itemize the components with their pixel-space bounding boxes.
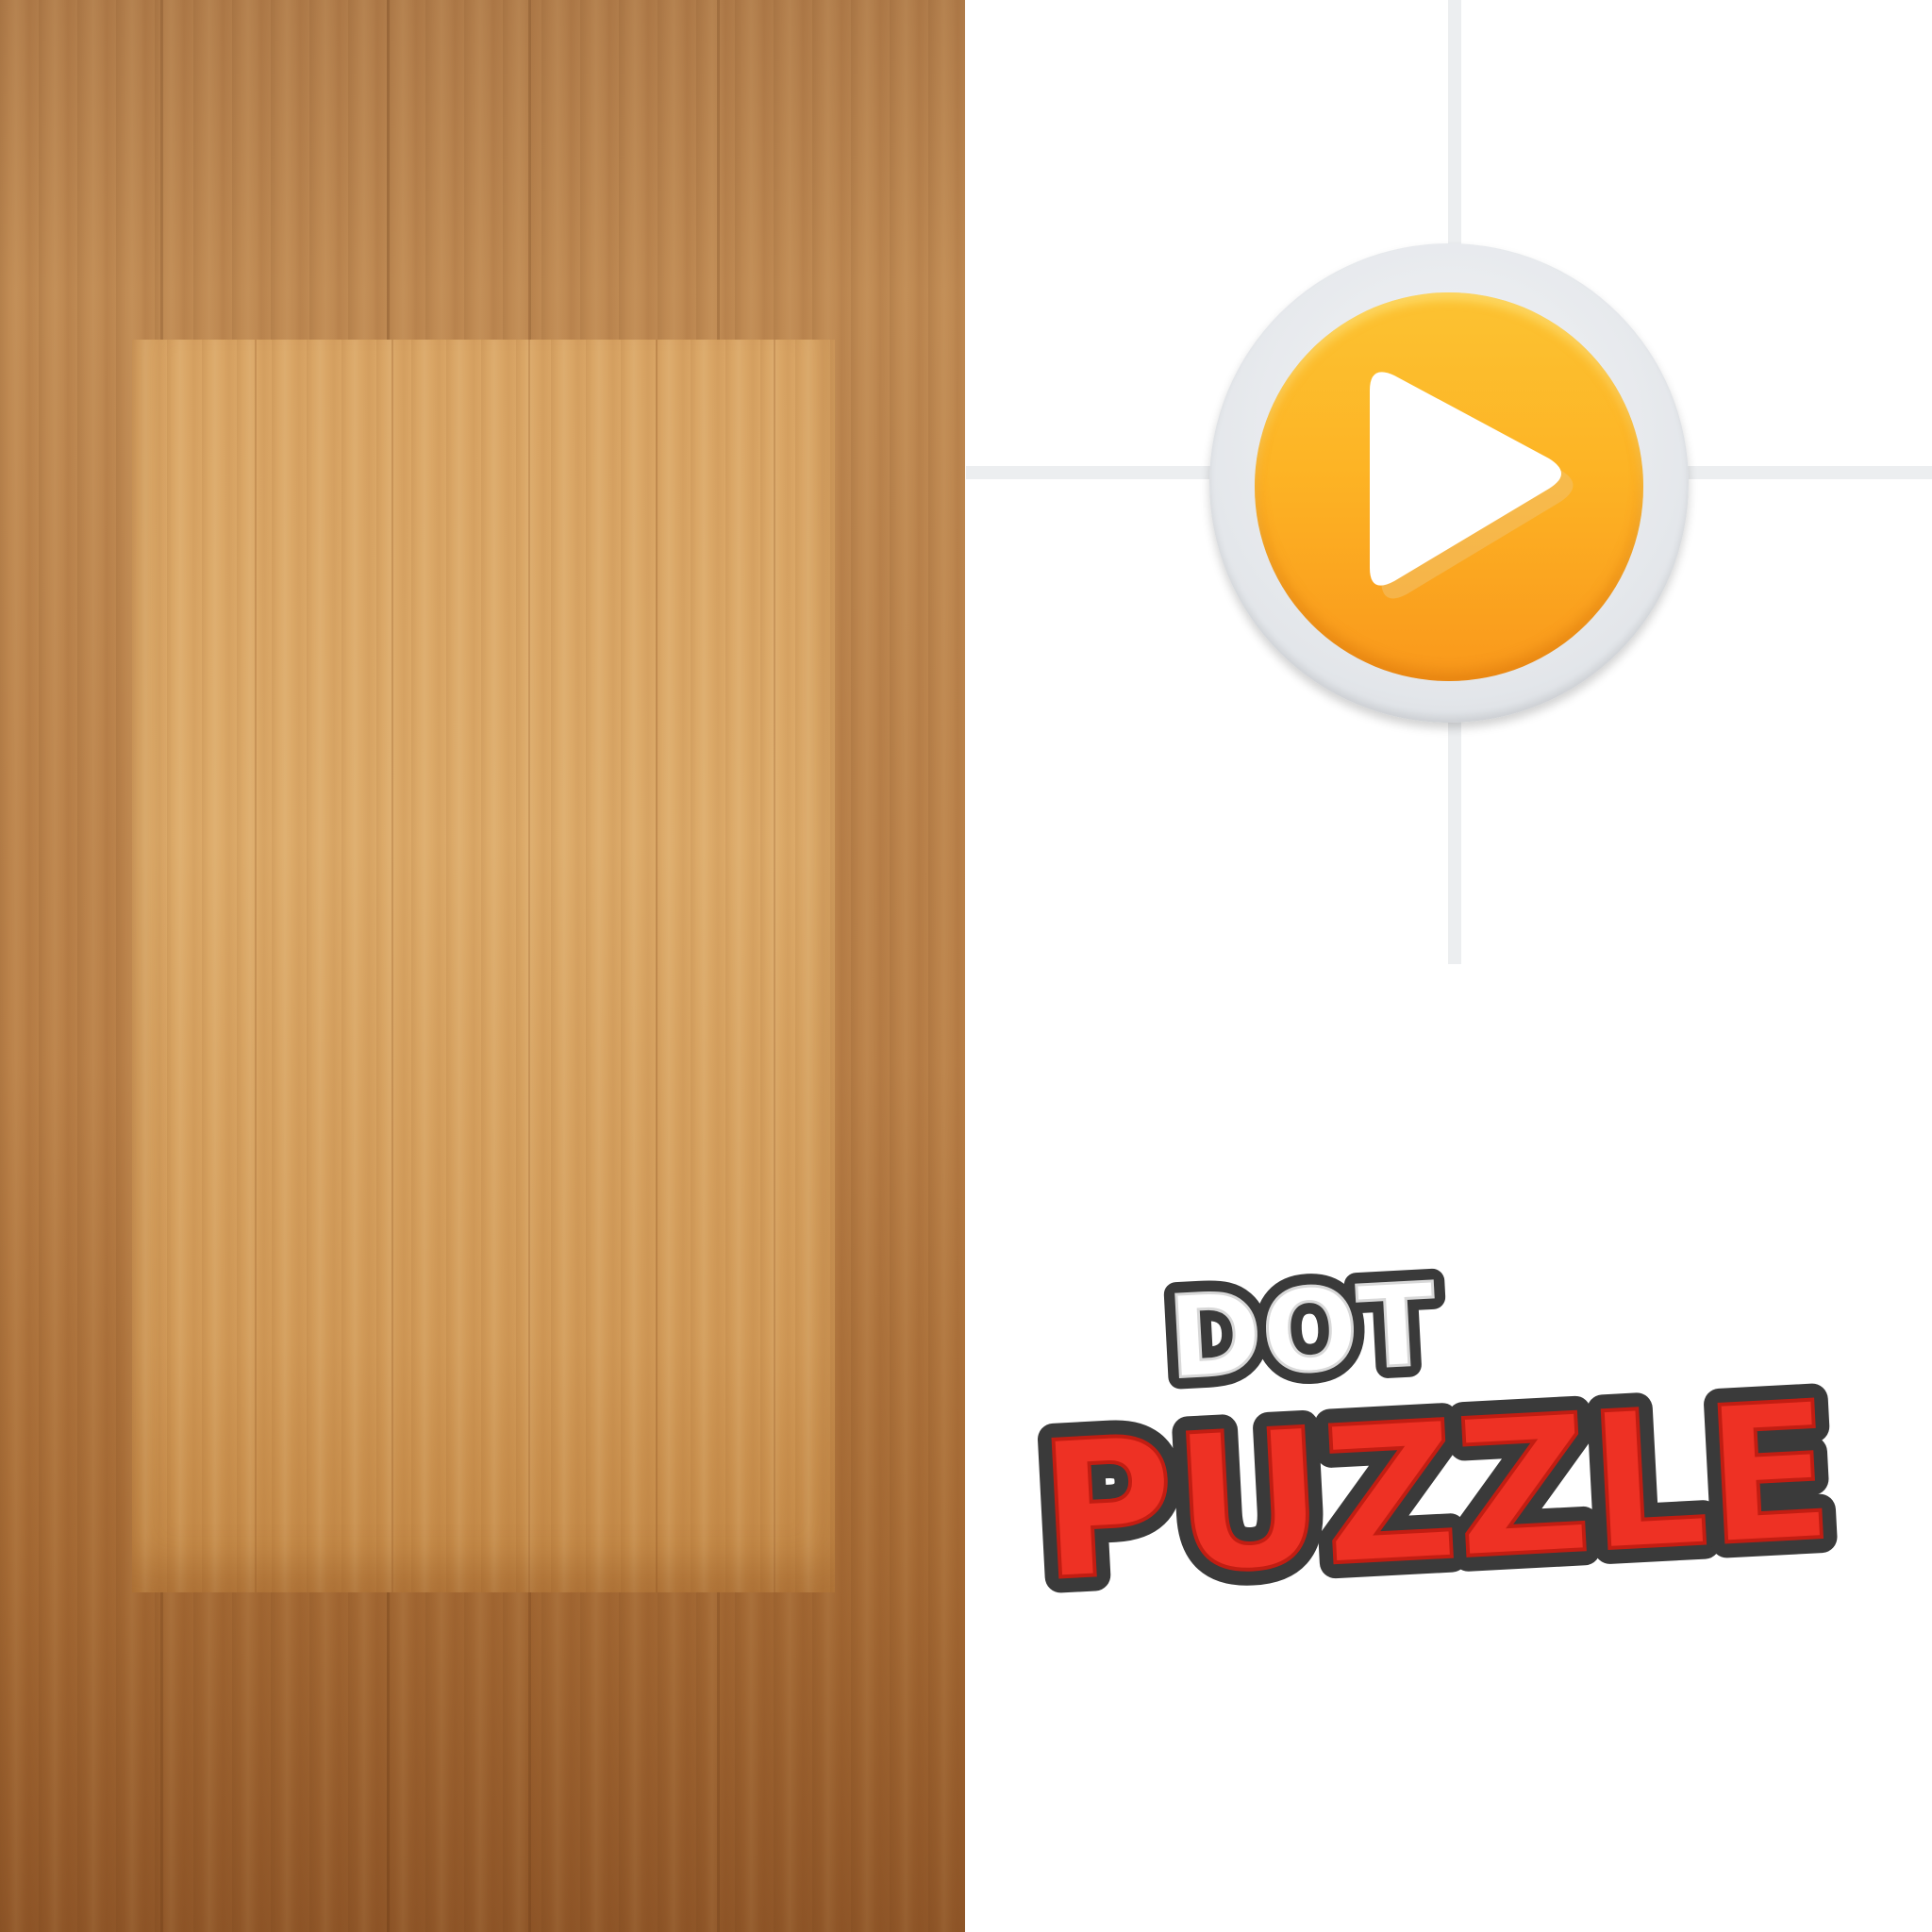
- logo-graphic: DOT DOT PUZZLE PUZZLE: [1019, 1247, 1854, 1639]
- play-button-core: [1255, 292, 1643, 681]
- game-logo: DOT DOT PUZZLE PUZZLE: [1019, 1247, 1868, 1651]
- play-button[interactable]: [1209, 243, 1689, 723]
- wood-grain-line: [656, 340, 658, 1592]
- play-icon: [1370, 372, 1574, 599]
- logo-dot-text: DOT: [1165, 1259, 1440, 1405]
- wood-grain-line: [391, 340, 393, 1592]
- wood-board: [132, 340, 835, 1592]
- sprite-atlas: DOT DOT PUZZLE PUZZLE: [0, 0, 1932, 1932]
- wood-grain-line: [255, 340, 257, 1592]
- wood-background: [0, 0, 965, 1932]
- wood-grain-line: [774, 340, 775, 1592]
- logo-puzzle-text: PUZZLE: [1035, 1362, 1838, 1624]
- wood-grain-line: [528, 340, 530, 1592]
